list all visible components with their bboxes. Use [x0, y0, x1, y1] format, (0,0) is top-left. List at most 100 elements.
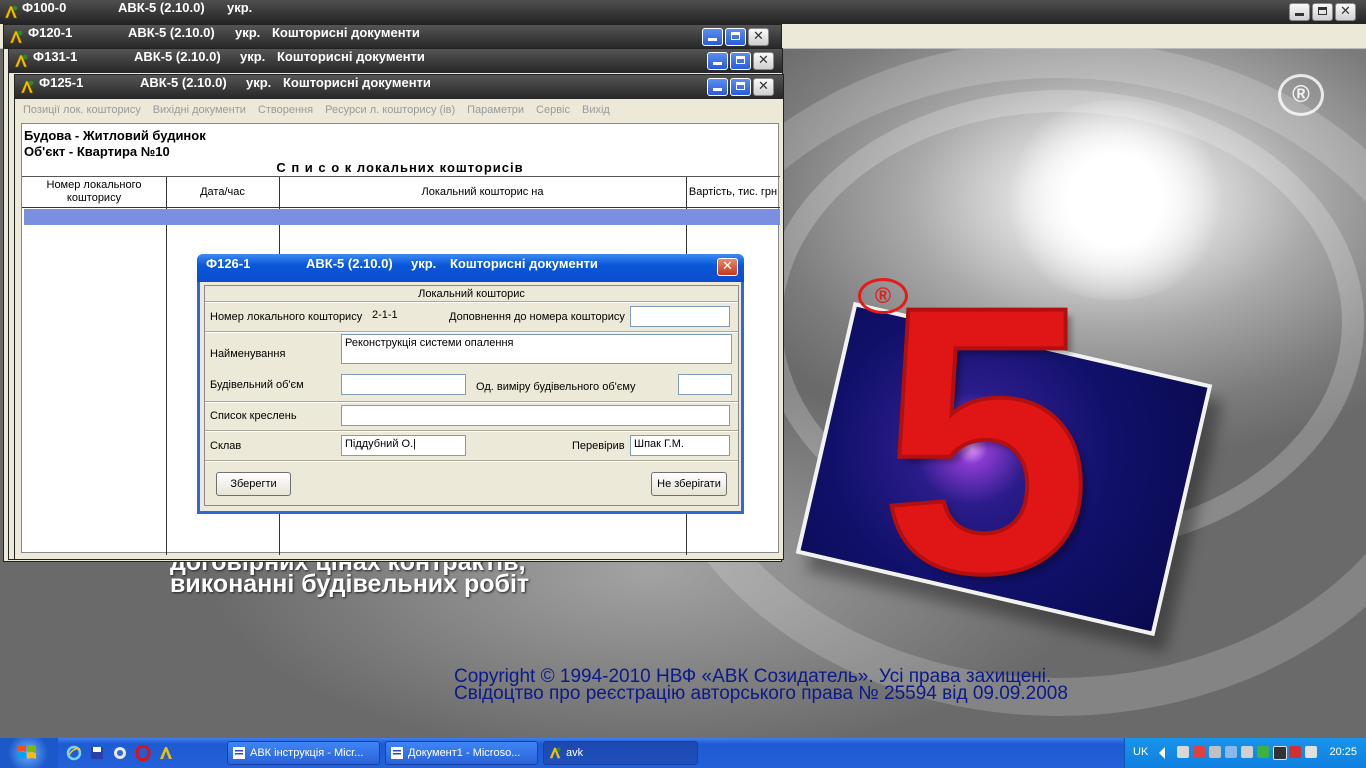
close-icon: ✕ — [1340, 4, 1351, 19]
minimize-icon — [713, 88, 722, 91]
explorer-icon[interactable] — [112, 745, 128, 761]
window-form-id: Ф100-0 — [22, 0, 67, 15]
minimize-button[interactable] — [707, 78, 728, 96]
checked-by-field[interactable]: Шпак Г.М. — [630, 435, 730, 456]
window-title-bar[interactable]: Ф131-1 АВК-5 (2.10.0) укр. Кошторисні до… — [9, 49, 782, 73]
close-button[interactable]: ✕ — [748, 28, 769, 46]
minimize-button[interactable] — [707, 52, 728, 70]
start-button[interactable] — [0, 738, 58, 768]
window-title-bar[interactable]: Ф120-1 АВК-5 (2.10.0) укр. Кошторисні до… — [4, 25, 781, 49]
menu-item-parameters[interactable]: Параметри — [467, 99, 524, 121]
menu-item-positions[interactable]: Позиції лок. кошторису — [23, 99, 141, 121]
app-title-bar[interactable]: Ф100-0 АВК-5 (2.10.0) укр. ✕ — [0, 0, 1366, 24]
dialog-product: АВК-5 (2.10.0) — [306, 256, 393, 271]
maximize-button[interactable] — [730, 52, 751, 70]
window-subtitle: Кошторисні документи — [277, 49, 425, 64]
name-field[interactable]: Реконструкція системи опалення — [341, 334, 732, 364]
supplement-label: Доповнення до номера кошторису — [449, 311, 625, 323]
close-button[interactable]: ✕ — [753, 78, 774, 96]
window-subtitle: Кошторисні документи — [283, 75, 431, 90]
tray-app-icon[interactable] — [1225, 746, 1237, 758]
minimize-icon — [1295, 13, 1304, 16]
maximize-icon — [1318, 7, 1327, 15]
window-form-id: Ф131-1 — [33, 49, 78, 64]
minimize-icon — [708, 38, 717, 41]
language-indicator[interactable]: UK — [1133, 746, 1148, 758]
minimize-button[interactable] — [1289, 3, 1310, 21]
registered-mark-red: ® — [858, 278, 908, 314]
menu-item-exit[interactable]: Вихід — [582, 99, 610, 121]
clock[interactable]: 20:25 — [1329, 746, 1357, 758]
column-header-cost[interactable]: Вартість, тис. грн — [686, 177, 780, 207]
divider — [205, 331, 738, 333]
window-title-bar[interactable]: Ф125-1 АВК-5 (2.10.0) укр. Кошторисні до… — [15, 75, 783, 99]
tray-app-icon[interactable] — [1289, 746, 1301, 758]
divider — [205, 301, 738, 303]
maximize-button[interactable] — [725, 28, 746, 46]
close-icon: ✕ — [753, 29, 764, 44]
menu-item-resources[interactable]: Ресурси л. кошторису (ів) — [325, 99, 455, 121]
window-lang: укр. — [240, 49, 266, 64]
display-icon[interactable] — [1305, 746, 1317, 758]
windows-logo-icon — [18, 745, 36, 759]
close-button[interactable]: ✕ — [753, 52, 774, 70]
volume-field[interactable] — [341, 374, 466, 395]
ie-icon[interactable] — [66, 745, 82, 761]
tray-app-icon[interactable] — [1241, 746, 1253, 758]
avk-icon — [549, 747, 561, 759]
menu-item-service[interactable]: Сервіс — [536, 99, 570, 121]
task-label: avk — [566, 747, 584, 759]
save-disk-icon[interactable] — [89, 745, 105, 761]
volume-unit-field[interactable] — [678, 374, 732, 395]
security-icon[interactable] — [1193, 746, 1205, 758]
context-object: Об'єкт - Квартира №10 — [24, 144, 170, 159]
number-value: 2-1-1 — [372, 309, 398, 321]
word-icon — [233, 747, 245, 759]
network-icon[interactable] — [1177, 746, 1189, 758]
column-header-estimate-for[interactable]: Локальний кошторис на — [279, 177, 686, 207]
column-header-number[interactable]: Номер локального кошторису — [22, 177, 166, 207]
menu-item-output-documents[interactable]: Вихідні документи — [153, 99, 246, 121]
compiled-by-field[interactable]: Піддубний О.| — [341, 435, 466, 456]
close-button[interactable]: ✕ — [1335, 3, 1356, 21]
save-button[interactable]: Зберегти — [216, 472, 291, 496]
volume-icon[interactable] — [1209, 746, 1221, 758]
window-form-id: Ф120-1 — [28, 25, 73, 40]
list-title: С п и с о к локальних кошторисів — [276, 160, 524, 175]
window-product: АВК-5 (2.10.0) — [134, 49, 221, 64]
volume-unit-label: Од. виміру будівельного об'єму — [476, 381, 636, 393]
maximize-icon — [736, 56, 745, 64]
dialog-close-button[interactable]: ✕ — [717, 258, 738, 276]
tray-app-icon[interactable] — [1273, 746, 1287, 760]
header-divider — [22, 207, 780, 208]
column-header-date[interactable]: Дата/час — [166, 177, 279, 207]
system-tray: UK 20:25 — [1124, 738, 1366, 768]
task-button[interactable]: Документ1 - Microso... — [385, 741, 538, 765]
registered-mark: ® — [1278, 74, 1324, 116]
divider — [205, 430, 738, 432]
minimize-button[interactable] — [702, 28, 723, 46]
close-icon: ✕ — [758, 53, 769, 68]
dialog-title-bar[interactable]: Ф126-1 АВК-5 (2.10.0) укр. Кошторисні до… — [197, 254, 744, 282]
drawings-field[interactable] — [341, 405, 730, 426]
drawings-label: Список креслень — [210, 410, 297, 422]
table-row-selected[interactable] — [24, 209, 780, 225]
dialog-lang: укр. — [411, 256, 437, 271]
task-button[interactable]: АВК інструкція - Micr... — [227, 741, 380, 765]
supplement-field[interactable] — [630, 306, 730, 327]
menu-item-create[interactable]: Створення — [258, 99, 313, 121]
maximize-button[interactable] — [730, 78, 751, 96]
task-button-active[interactable]: avk — [543, 741, 698, 765]
bg-slogan-line2: виконанні будівельних робіт — [170, 570, 530, 598]
opera-icon[interactable] — [135, 745, 151, 761]
local-estimate-dialog[interactable]: Ф126-1 АВК-5 (2.10.0) укр. Кошторисні до… — [197, 254, 744, 514]
tray-app-icon[interactable] — [1257, 746, 1269, 758]
close-icon: ✕ — [722, 259, 733, 274]
tray-expand-icon[interactable] — [1159, 747, 1165, 759]
maximize-button[interactable] — [1312, 3, 1333, 21]
dont-save-button[interactable]: Не зберігати — [651, 472, 727, 496]
checked-by-label: Перевірив — [572, 440, 625, 452]
avk-quicklaunch-icon[interactable] — [158, 745, 174, 761]
volume-label: Будівельний об'єм — [210, 379, 304, 391]
avk-app-icon — [4, 5, 18, 19]
